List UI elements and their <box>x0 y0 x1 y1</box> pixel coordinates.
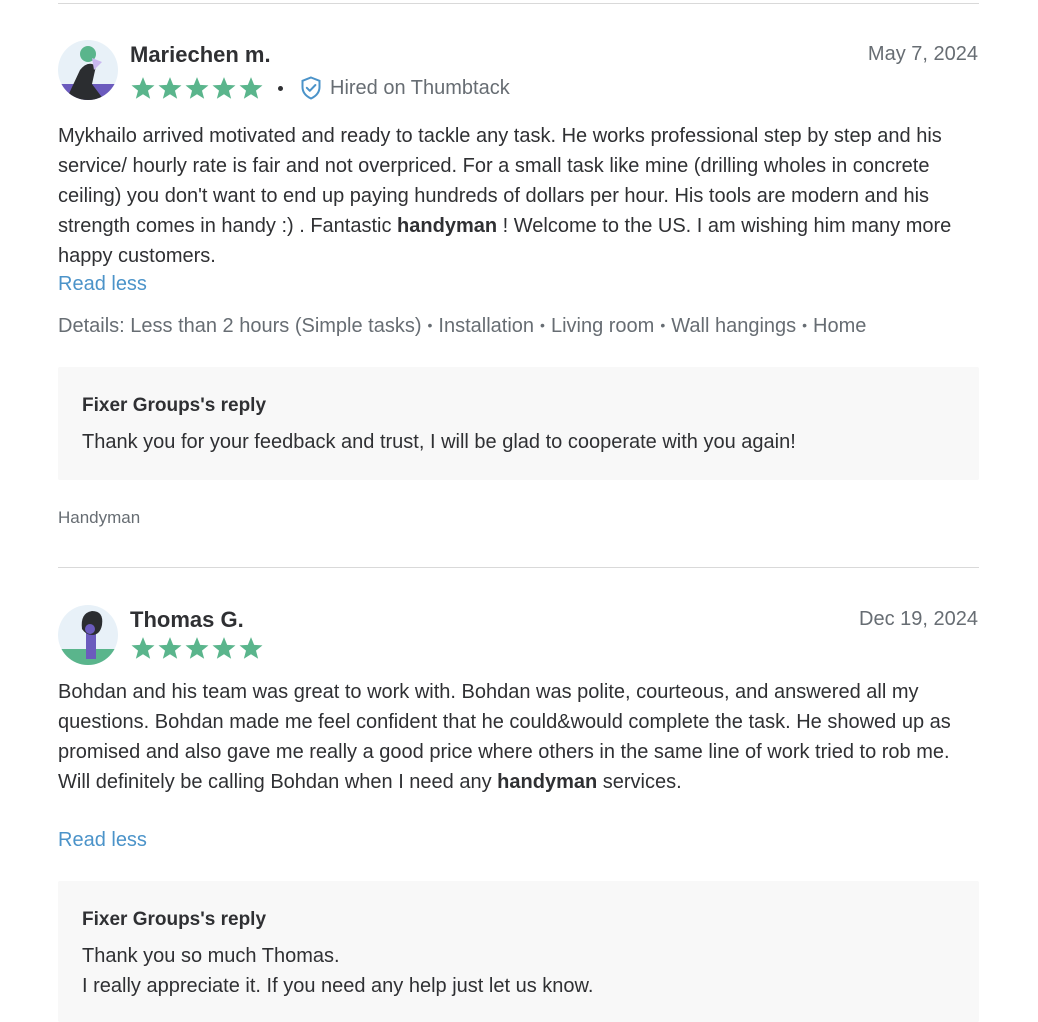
bullet-separator: • <box>802 317 808 333</box>
reviewer-name: Mariechen m. <box>130 42 271 67</box>
star-icon <box>212 77 236 99</box>
review-text-keyword: handyman <box>497 771 598 793</box>
review-details: Details: Less than 2 hours (Simple tasks… <box>58 315 866 338</box>
star-icon <box>131 77 155 99</box>
details-item: Installation <box>438 315 535 337</box>
service-category: Handyman <box>58 508 141 527</box>
reviewer-avatar-icon <box>58 605 118 665</box>
review-date: Dec 19, 2024 <box>859 608 978 630</box>
star-icon <box>185 77 209 99</box>
bullet-separator: • <box>540 317 545 333</box>
reply-text: Thank you so much Thomas. <box>82 945 340 967</box>
star-icon <box>239 77 263 99</box>
star-icon <box>131 637 155 659</box>
star-icon <box>212 637 236 659</box>
review-text: Mykhailo arrived motivated and ready to … <box>58 121 983 271</box>
avatar <box>58 605 118 665</box>
read-less-link[interactable]: Read less <box>58 829 147 852</box>
reply-title: Fixer Groups's reply <box>82 909 267 930</box>
separator-dot <box>278 86 283 91</box>
star-icon <box>158 77 182 99</box>
review-divider-top <box>58 3 979 4</box>
business-reply: Fixer Groups's reply Thank you for your … <box>58 367 979 480</box>
reply-text: I really appreciate it. If you need any … <box>82 975 594 997</box>
star-rating <box>130 636 264 661</box>
details-label: Details: <box>58 315 125 337</box>
review-date: May 7, 2024 <box>867 43 978 65</box>
details-item: Living room <box>550 315 655 337</box>
star-icon <box>185 637 209 659</box>
bullet-separator: • <box>660 317 666 333</box>
review-divider <box>58 567 979 568</box>
read-less-link[interactable]: Read less <box>58 273 147 296</box>
business-reply: Fixer Groups's reply Thank you so much T… <box>58 881 979 1022</box>
star-rating <box>130 76 264 101</box>
hired-badge: Hired on Thumbtack <box>300 76 510 100</box>
review-text-part: services. <box>597 771 682 793</box>
hired-label: Hired on Thumbtack <box>330 76 510 99</box>
details-item: Less than 2 hours (Simple tasks) <box>130 315 422 337</box>
reviewer-avatar-icon <box>58 40 118 100</box>
details-item: Wall hangings <box>671 315 797 337</box>
reply-title: Fixer Groups's reply <box>82 395 267 416</box>
review-text: Bohdan and his team was great to work wi… <box>58 677 983 797</box>
reply-text: Thank you for your feedback and trust, I… <box>82 431 796 453</box>
review-text-keyword: handyman <box>397 215 498 237</box>
reviewer-name: Thomas G. <box>130 607 244 632</box>
star-icon <box>158 637 182 659</box>
bullet-separator: • <box>427 317 433 333</box>
star-icon <box>239 637 263 659</box>
avatar <box>58 40 118 100</box>
shield-check-icon <box>301 76 321 100</box>
details-item: Home <box>813 315 867 337</box>
